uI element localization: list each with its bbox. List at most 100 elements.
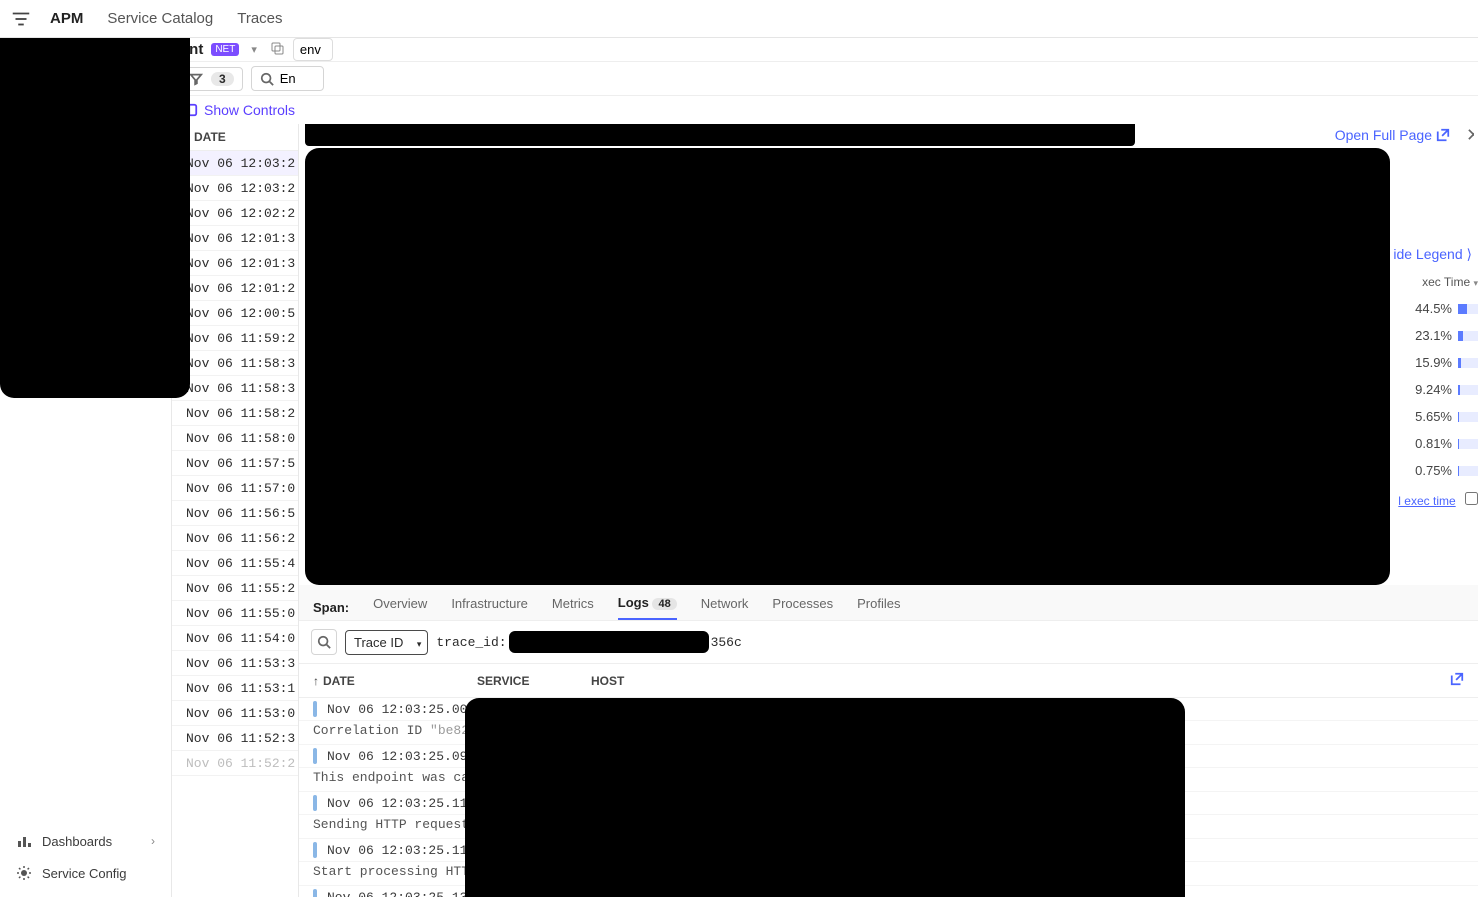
chevron-right-icon: ›	[151, 834, 155, 848]
tab-profiles[interactable]: Profiles	[857, 596, 900, 619]
trace-row-time: Nov 06 11:58:0	[186, 431, 295, 446]
trace-row[interactable]: Nov 06 11:58:3	[172, 376, 298, 401]
trace-row[interactable]: Nov 06 11:53:1	[172, 676, 298, 701]
tab-network[interactable]: Network	[701, 596, 749, 619]
flame-legend-row[interactable]: 0.75%	[1390, 457, 1478, 484]
trace-row[interactable]: Nov 06 11:58:3	[172, 351, 298, 376]
trace-row[interactable]: Nov 06 11:55:2	[172, 576, 298, 601]
trace-row[interactable]: Nov 06 11:56:2	[172, 526, 298, 551]
nav-dashboards-label: Dashboards	[42, 834, 112, 849]
trace-row[interactable]: Nov 06 11:58:0	[172, 426, 298, 451]
trace-list-header-date[interactable]: ↓ DATE	[172, 124, 298, 151]
logs-col-service[interactable]: SERVICE	[477, 674, 577, 688]
trace-row-time: Nov 06 12:03:2	[186, 181, 295, 196]
log-time: Nov 06 12:03:25.136	[327, 890, 475, 897]
trace-row[interactable]: Nov 06 11:52:3	[172, 726, 298, 751]
logs-col-host[interactable]: HOST	[591, 674, 624, 688]
trace-row[interactable]: Nov 06 11:55:4	[172, 551, 298, 576]
logs-open-external[interactable]	[1450, 672, 1464, 689]
trace-row[interactable]: Nov 06 12:01:2	[172, 276, 298, 301]
tab-badge: 48	[652, 598, 676, 610]
redacted-left-panel	[0, 38, 190, 398]
trace-row[interactable]: Nov 06 11:57:0	[172, 476, 298, 501]
logs-col-date[interactable]: ↑ DATE	[313, 674, 463, 688]
open-full-page-link[interactable]: Open Full Page	[1335, 127, 1450, 143]
nav-service-config[interactable]: Service Config	[12, 857, 159, 889]
flame-legend-row[interactable]: 5.65%	[1390, 403, 1478, 430]
logs-query[interactable]: trace_id: 356c	[436, 631, 741, 653]
flame-legend: ide Legend ⟩ xec Time ▾ 44.5% 23.1% 15.9% 9…	[1390, 146, 1478, 585]
flame-col-header[interactable]: xec Time ▾	[1390, 263, 1478, 295]
trace-row-time: Nov 06 12:01:3	[186, 231, 295, 246]
trace-row-time: Nov 06 11:58:3	[186, 381, 295, 396]
log-status-bar-icon	[313, 842, 317, 858]
logs-filter-field-dropdown[interactable]: Trace ID ▾	[345, 630, 428, 655]
trace-detail-panel: af356c Open Full Page ✕ ide Legend	[299, 124, 1478, 897]
trace-row[interactable]: Nov 06 11:58:2	[172, 401, 298, 426]
copy-icon[interactable]	[269, 40, 285, 59]
pct-label: 23.1%	[1415, 328, 1452, 343]
chevron-down-icon[interactable]: ▾	[247, 43, 261, 56]
pct-bar	[1458, 385, 1478, 395]
trace-row[interactable]: Nov 06 11:53:0	[172, 701, 298, 726]
trace-row[interactable]: Nov 06 12:00:5	[172, 301, 298, 326]
nav-apm[interactable]: APM	[50, 10, 83, 27]
flame-legend-row[interactable]: 23.1%	[1390, 322, 1478, 349]
flame-legend-row[interactable]: 9.24%	[1390, 376, 1478, 403]
redacted-query-value	[509, 631, 709, 653]
tab-logs[interactable]: Logs 48	[618, 595, 677, 620]
external-link-icon	[1450, 672, 1464, 686]
log-time: Nov 06 12:03:25.111	[327, 796, 475, 811]
flame-legend-row[interactable]: 15.9%	[1390, 349, 1478, 376]
filter-bar: 3	[172, 62, 1478, 96]
trace-row-time: Nov 06 11:55:2	[186, 581, 295, 596]
pct-bar	[1458, 412, 1478, 422]
flame-legend-row[interactable]: 0.81%	[1390, 430, 1478, 457]
trace-row[interactable]: Nov 06 11:59:2	[172, 326, 298, 351]
redacted-logs-block	[465, 698, 1185, 897]
trace-row-time: Nov 06 11:59:2	[186, 331, 295, 346]
pct-label: 0.81%	[1415, 436, 1452, 451]
trace-row-time: Nov 06 11:53:3	[186, 656, 295, 671]
trace-row[interactable]: Nov 06 11:55:0	[172, 601, 298, 626]
trace-row[interactable]: Nov 06 11:52:2	[172, 751, 298, 776]
filter-count: 3	[211, 72, 234, 86]
exec-time-checkbox[interactable]	[1465, 492, 1478, 505]
nav-service-catalog[interactable]: Service Catalog	[107, 10, 213, 27]
env-filter-input[interactable]	[293, 38, 333, 61]
search-input[interactable]	[280, 71, 315, 86]
pct-label: 0.75%	[1415, 463, 1452, 478]
show-controls-toggle[interactable]: Show Controls	[172, 96, 1478, 124]
logs-search-button[interactable]	[311, 629, 337, 655]
nav-traces[interactable]: Traces	[237, 10, 282, 27]
pct-label: 44.5%	[1415, 301, 1452, 316]
tab-overview[interactable]: Overview	[373, 596, 427, 619]
flame-legend-row[interactable]: 44.5%	[1390, 295, 1478, 322]
chevron-down-icon: ▾	[1473, 278, 1478, 288]
total-exec-time-link[interactable]: l exec time	[1398, 494, 1455, 508]
trace-row-time: Nov 06 11:55:4	[186, 556, 295, 571]
trace-row[interactable]: Nov 06 12:03:2	[172, 176, 298, 201]
hide-legend-link[interactable]: ide Legend ⟩	[1390, 246, 1478, 263]
trace-row[interactable]: Nov 06 12:01:3	[172, 226, 298, 251]
trace-row[interactable]: Nov 06 11:57:5	[172, 451, 298, 476]
tab-processes[interactable]: Processes	[772, 596, 833, 619]
tab-infrastructure[interactable]: Infrastructure	[451, 596, 528, 619]
tab-metrics[interactable]: Metrics	[552, 596, 594, 619]
pct-label: 15.9%	[1415, 355, 1452, 370]
nav-dashboards[interactable]: Dashboards ›	[12, 825, 159, 857]
trace-row[interactable]: Nov 06 12:01:3	[172, 251, 298, 276]
pct-bar	[1458, 466, 1478, 476]
close-panel-button[interactable]: ✕	[1466, 125, 1474, 146]
trace-list: Nov 06 12:03:2 Nov 06 12:03:2 Nov 06 12:02…	[172, 151, 298, 776]
left-rail: Dashboards › Service Config	[0, 38, 172, 897]
collapse-right-icon: ⟩	[1467, 246, 1472, 262]
redacted-flamegraph	[305, 148, 1390, 585]
search-traces[interactable]	[251, 66, 324, 91]
trace-row[interactable]: Nov 06 11:54:0	[172, 626, 298, 651]
log-time: Nov 06 12:03:25.096	[327, 749, 475, 764]
trace-row[interactable]: Nov 06 12:03:2	[172, 151, 298, 176]
trace-row[interactable]: Nov 06 11:56:5	[172, 501, 298, 526]
trace-row[interactable]: Nov 06 11:53:3	[172, 651, 298, 676]
trace-row[interactable]: Nov 06 12:02:2	[172, 201, 298, 226]
